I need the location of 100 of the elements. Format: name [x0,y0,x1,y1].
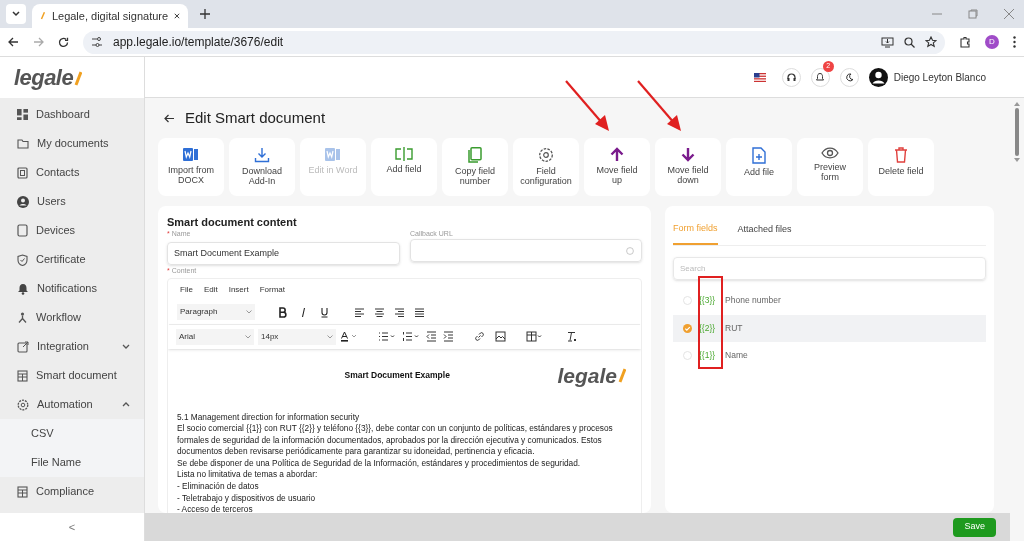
collapse-sidebar-button[interactable]: < [68,518,76,536]
toolbar-button[interactable]: Add file [726,138,792,196]
numbered-list-icon[interactable] [402,331,420,342]
document-paragraph: Lista no limitativa de temas a abordar: [177,469,319,482]
toolbar-button[interactable]: Delete field [868,138,934,196]
toolbar-button[interactable]: Preview form [797,138,863,196]
more-icon[interactable] [1013,36,1016,48]
toolbar-button[interactable]: Move field down [655,138,721,196]
editor-menu-item[interactable]: Format [259,283,286,296]
field-name: RUT [725,321,743,335]
field-code: {{2}} [699,321,716,335]
browser-tab[interactable]: Legale, digital signature [32,4,188,28]
sidebar-item[interactable]: Certificate [0,245,144,274]
font-size-select[interactable]: 14px [258,328,336,345]
document-grid-icon [17,485,28,498]
chevron-down-icon [245,334,251,339]
scroll-up-icon[interactable] [1014,102,1020,106]
copy-icon [468,147,482,163]
document-paragraph: 5.1 Management direction for information security [177,411,361,424]
profile-avatar[interactable]: D [985,35,999,49]
headset-icon [786,72,796,82]
sidebar-item[interactable]: My documents [0,129,144,158]
flag-icon[interactable] [753,72,766,82]
outdent-icon[interactable] [426,331,437,342]
underline-icon[interactable] [319,306,330,318]
chevron-down-icon [12,11,20,17]
font-family-select[interactable]: Arial [176,328,254,345]
address-bar[interactable]: app.legale.io/template/3676/edit [83,30,945,54]
annotation-arrow [565,80,610,132]
document-paragraph: El socio comercial {{1}} con RUT {{2}} y teléfono {{3}}, debe contar con un conjunto de políticas, estándares y procesos formales de seguridad de la información documentados, aprobados por la dirección ejecutiva y comunicados. Estos documentos deben revisarse periódicamente para garantizar su idoneidad, pertinencia y eficacia. [177,423,614,458]
document-paragraph: - Eliminación de datos [177,481,260,493]
sidebar-item[interactable]: Contacts [0,158,144,187]
star-icon[interactable] [925,36,937,48]
bullet-list-icon[interactable] [378,331,396,342]
add-file-icon [752,147,766,164]
document-paragraph: - Teletrabajo y dispositivos de usuario [177,492,317,505]
document-paragraph: Se debe disponer de una Política de Seguridad de la Información, estándares y procedimientos de seguridad. [177,457,582,470]
sidebar-item[interactable]: Dashboard [0,100,144,129]
settings-icon [538,147,554,163]
toolbar-button[interactable]: Field configuration [513,138,579,196]
user-name[interactable]: Diego Leyton Blanco [893,69,986,85]
checkbox[interactable] [683,323,692,333]
align-right-icon[interactable] [394,306,405,318]
sidebar-item[interactable]: Workflow [0,303,144,332]
toolbar-button[interactable]: Add field [371,138,437,196]
sidebar-subitem[interactable]: CSV [0,419,144,448]
reload-icon[interactable] [58,36,69,48]
text-color-icon[interactable] [340,331,358,342]
new-tab-icon[interactable] [200,9,210,19]
sidebar-item[interactable]: Compliance [0,477,144,506]
back-icon[interactable] [164,113,175,123]
sidebar-item[interactable]: Smart document [0,361,144,390]
back-icon[interactable] [8,37,19,47]
tab-list-button[interactable] [6,4,26,24]
bold-icon[interactable] [277,306,288,318]
align-left-icon[interactable] [354,306,365,318]
scroll-down-icon[interactable] [1014,158,1020,162]
callback-url-field[interactable] [410,239,642,262]
editor-menu-item[interactable]: Insert [228,283,249,296]
sidebar-item[interactable]: Devices [0,216,144,245]
page-title: Edit Smart document [185,107,326,128]
block-format-select[interactable]: Paragraph [177,304,255,320]
field-code: {{3}} [699,294,716,308]
indent-icon[interactable] [443,331,454,342]
toolbar-button[interactable]: Import from DOCX [158,138,224,196]
editor-menu-item[interactable]: File [180,283,193,296]
document-grid-icon [17,369,28,382]
workflow-icon [17,311,28,324]
text-cursor-icon [395,147,413,161]
extensions-icon[interactable] [959,36,971,48]
toolbar-button[interactable]: Download Add-In [229,138,295,196]
tab[interactable]: Attached files [737,214,792,245]
image-icon[interactable] [495,331,506,342]
zoom-icon[interactable] [904,36,915,48]
sidebar-item[interactable]: Integration [0,332,144,361]
avatar-icon[interactable] [868,67,888,87]
sidebar-item[interactable]: Automation [0,390,144,419]
clear-formatting-icon[interactable] [566,331,577,342]
bell-icon [816,72,825,82]
editor-menu-item[interactable]: Edit [203,283,218,296]
save-button[interactable]: Save [953,517,996,537]
chevron-down-icon [327,334,333,339]
close-icon[interactable] [174,12,180,20]
tablet-icon [17,224,28,237]
justify-icon[interactable] [414,306,425,318]
trash-icon [894,147,908,163]
align-center-icon[interactable] [374,306,385,318]
search-field[interactable]: Search [673,257,986,280]
sidebar-item[interactable]: Users [0,187,144,216]
link-icon[interactable] [474,331,485,342]
sidebar-item[interactable]: Notifications [0,274,144,303]
name-field[interactable]: Smart Document Example [167,241,400,265]
chevron-down-icon [122,344,130,349]
toolbar-button[interactable]: Move field up [584,138,650,196]
table-icon[interactable] [526,331,544,342]
scrollbar-thumb[interactable] [1015,108,1019,156]
toolbar-button[interactable]: Copy field number [442,138,508,196]
install-app-icon[interactable] [881,36,894,48]
field-code: {{1}} [699,349,716,363]
sidebar-subitem[interactable]: File Name [0,448,144,477]
